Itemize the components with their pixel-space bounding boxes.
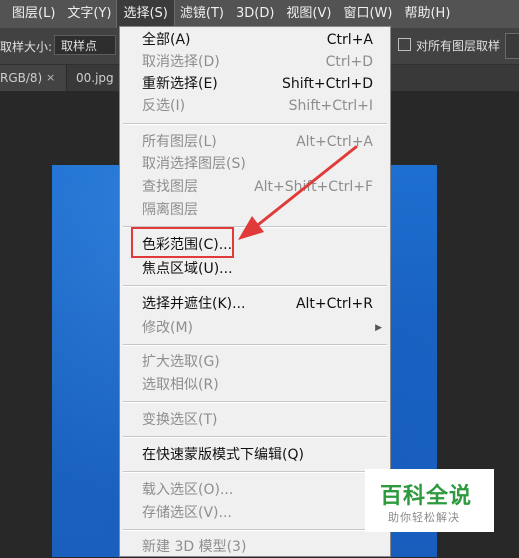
watermark-subtitle: 助你轻松解决 xyxy=(388,511,460,524)
watermark-title: 百科全说 xyxy=(380,484,473,509)
watermark-logo: 百科全说 助你轻松解决 xyxy=(365,469,494,532)
